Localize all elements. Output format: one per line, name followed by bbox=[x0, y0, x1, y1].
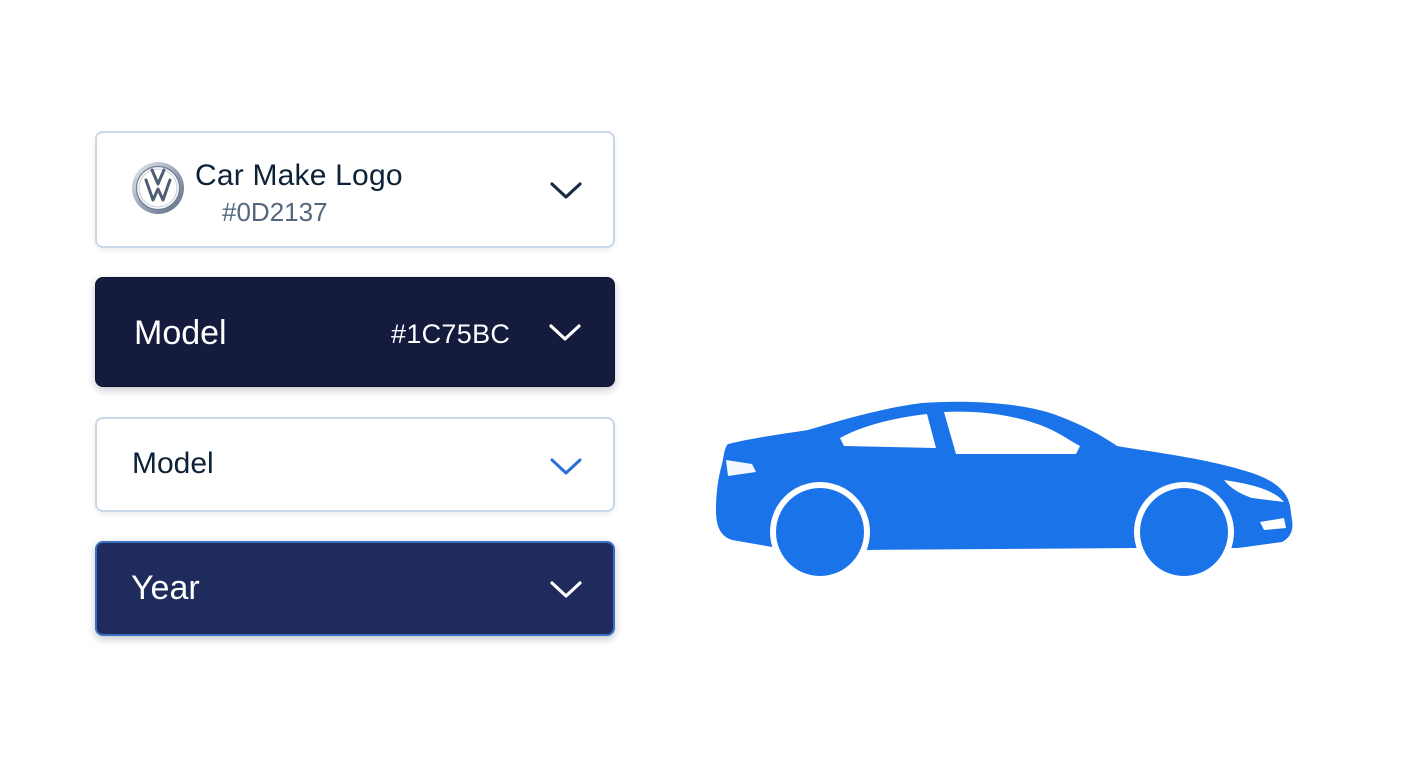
chevron-down-icon[interactable] bbox=[549, 457, 583, 477]
model-label: Model bbox=[134, 314, 227, 352]
app-canvas: Car Make Logo #0D2137 Model #1C75BC Mode… bbox=[0, 0, 1408, 768]
model-label: Model bbox=[132, 447, 214, 480]
chevron-down-icon[interactable] bbox=[549, 580, 583, 600]
model-dropdown-dark[interactable]: Model #1C75BC bbox=[95, 277, 615, 387]
year-dropdown[interactable]: Year bbox=[95, 541, 615, 636]
model-hex: #1C75BC bbox=[391, 319, 511, 349]
chevron-down-icon[interactable] bbox=[549, 181, 583, 201]
car-side-silhouette-icon bbox=[716, 401, 1293, 576]
car-make-dropdown[interactable]: Car Make Logo #0D2137 bbox=[95, 131, 615, 248]
car-make-hex: #0D2137 bbox=[222, 197, 328, 227]
year-label: Year bbox=[131, 569, 200, 607]
model-dropdown-light[interactable]: Model bbox=[95, 417, 615, 512]
vw-logo-icon bbox=[132, 162, 184, 214]
car-make-title: Car Make Logo bbox=[195, 159, 403, 192]
chevron-down-icon[interactable] bbox=[548, 323, 582, 343]
